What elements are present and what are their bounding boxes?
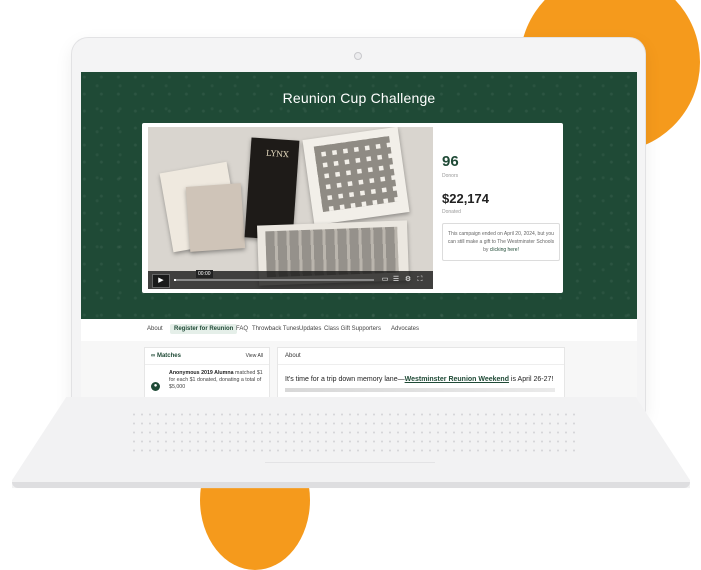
matches-panel: ∞ Matches View All ● Anonymous 2019 Alum… bbox=[144, 347, 270, 397]
page-title: Reunion Cup Challenge bbox=[282, 90, 436, 106]
donors-label: Donors bbox=[442, 173, 459, 179]
tab-throwback-tunes[interactable]: Throwback Tunes bbox=[252, 326, 299, 332]
video-timestamp: 00:00 bbox=[196, 270, 213, 278]
play-icon[interactable]: ▶ bbox=[152, 274, 170, 288]
gear-icon[interactable]: ⚙ bbox=[404, 275, 412, 284]
view-all-link[interactable]: View All bbox=[246, 353, 263, 359]
tab-advocates[interactable]: Advocates bbox=[391, 326, 419, 332]
tab-about[interactable]: About bbox=[147, 326, 163, 332]
matches-title: ∞ Matches bbox=[151, 353, 181, 359]
user-icon: ● bbox=[151, 382, 160, 391]
donated-amount: $22,174 bbox=[442, 191, 489, 206]
yearbook-cover-text: LYNX bbox=[266, 149, 289, 160]
gift-link[interactable]: clicking here! bbox=[490, 247, 519, 253]
tab-updates[interactable]: Updates bbox=[299, 326, 321, 332]
about-panel: About It's time for a trip down memory l… bbox=[277, 347, 565, 397]
yearbook-photo bbox=[185, 183, 246, 252]
video-controls: ▶ 00:00 ▭ ☰ ⚙ ⛶ bbox=[148, 270, 433, 289]
video-player[interactable]: LYNX ▶ 00:00 ▭ ☰ ⚙ ⛶ bbox=[148, 127, 433, 289]
campaign-card: LYNX ▶ 00:00 ▭ ☰ ⚙ ⛶ 96 bbox=[142, 123, 563, 293]
video-progress-bar[interactable]: 00:00 bbox=[174, 270, 374, 281]
laptop-camera bbox=[354, 52, 362, 60]
video-progress-fill bbox=[174, 279, 176, 281]
captions-icon[interactable]: ▭ bbox=[381, 275, 389, 284]
donated-label: Donated bbox=[442, 209, 461, 215]
about-lead: It's time for a trip down memory lane—We… bbox=[285, 376, 553, 383]
hero-banner: Reunion Cup Challenge LYNX ▶ 00:00 ▭ bbox=[81, 72, 637, 319]
fullscreen-icon[interactable]: ⛶ bbox=[416, 275, 424, 284]
yearbook-portraits bbox=[265, 226, 399, 278]
laptop-base-edge bbox=[12, 482, 690, 488]
laptop-screen: Reunion Cup Challenge LYNX ▶ 00:00 ▭ bbox=[81, 72, 637, 397]
campaign-ended-notice: This campaign ended on April 20, 2024, b… bbox=[442, 223, 560, 261]
tab-register-for-reunion[interactable]: Register for Reunion bbox=[170, 324, 238, 334]
about-heading: About bbox=[285, 353, 301, 359]
match-item: Anonymous 2019 Alumna matched $1 for eac… bbox=[169, 370, 265, 391]
laptop-keyboard bbox=[130, 410, 580, 458]
laptop-trackpad bbox=[265, 462, 435, 483]
tab-class-gift-supporters[interactable]: Class Gift Supporters bbox=[324, 326, 381, 332]
transcript-icon[interactable]: ☰ bbox=[392, 275, 400, 284]
about-lead-suffix: is April 26-27! bbox=[508, 376, 554, 383]
campaign-stats: 96 Donors $22,174 Donated This campaign … bbox=[442, 153, 560, 261]
divider bbox=[145, 364, 269, 365]
tab-faq[interactable]: FAQ bbox=[236, 326, 248, 332]
reunion-weekend-link[interactable]: Westminster Reunion Weekend bbox=[405, 376, 509, 383]
about-lead-prefix: It's time for a trip down memory lane— bbox=[285, 376, 405, 383]
match-donor-name: Anonymous 2019 Alumna bbox=[169, 370, 234, 376]
about-body-text bbox=[285, 388, 555, 392]
donors-count: 96 bbox=[442, 153, 459, 170]
campaign-tabs: About Register for Reunion FAQ Throwback… bbox=[81, 319, 637, 342]
divider bbox=[278, 364, 564, 365]
yearbook-portraits bbox=[313, 136, 399, 212]
content-area: ∞ Matches View All ● Anonymous 2019 Alum… bbox=[81, 341, 637, 397]
